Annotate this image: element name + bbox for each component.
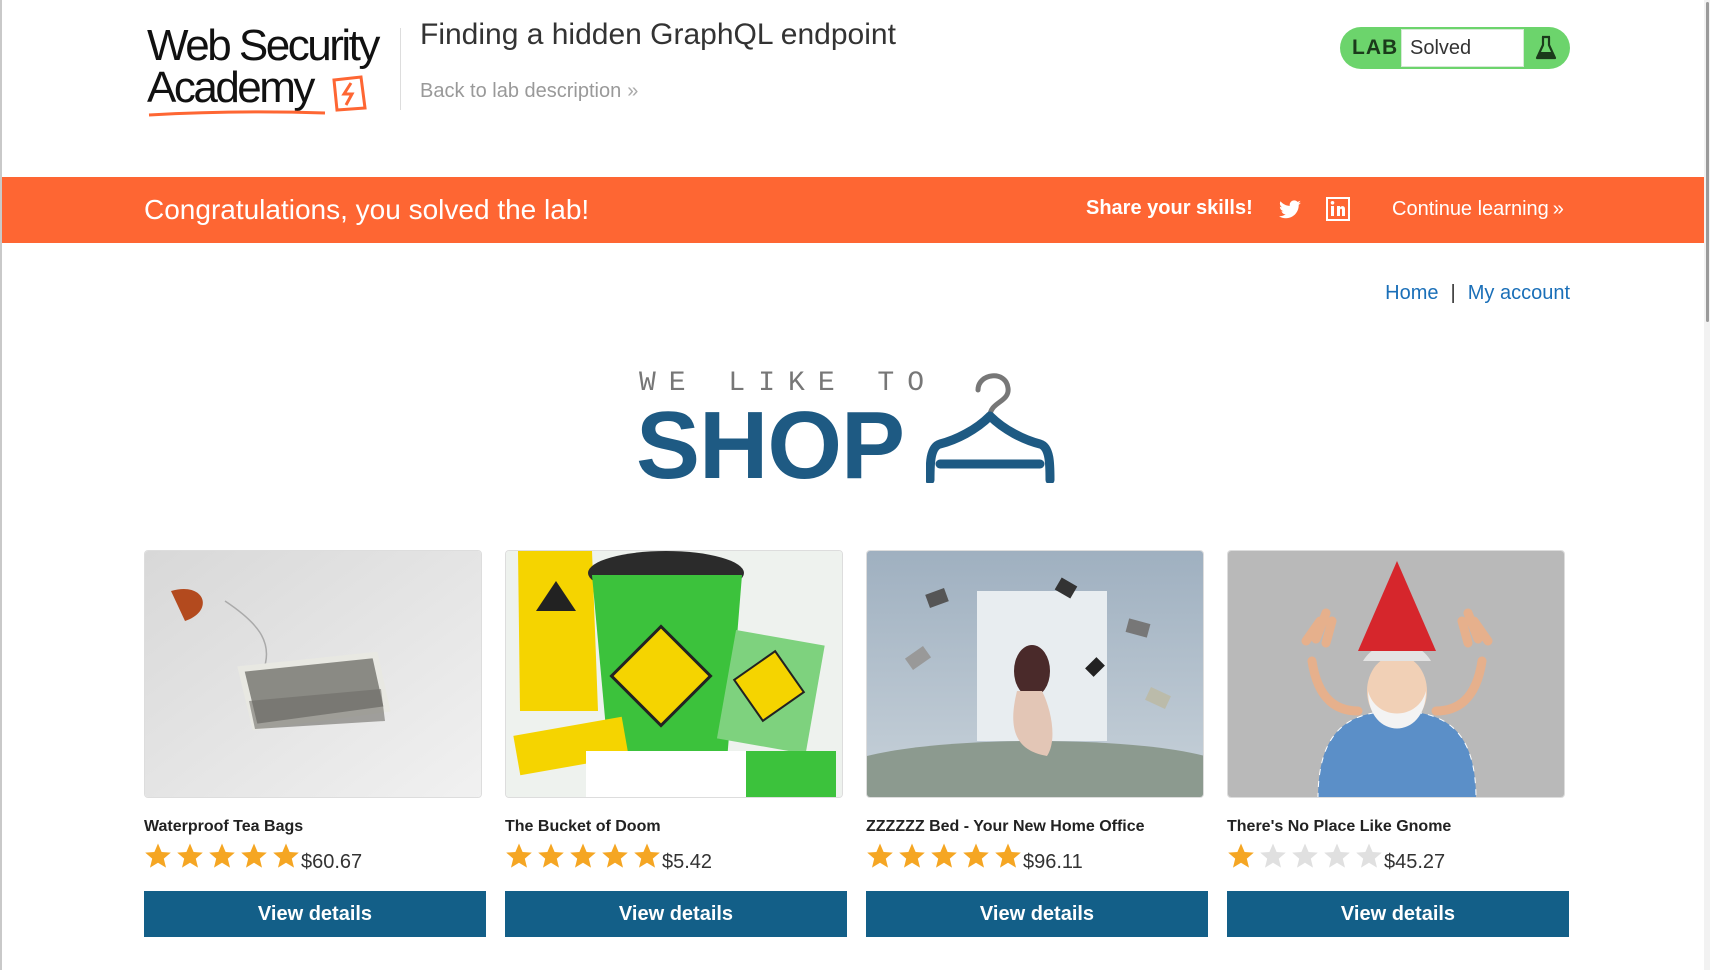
bucket-of-doom-image [506, 551, 842, 797]
product-rating [144, 842, 300, 872]
star-filled-icon [634, 843, 660, 868]
product-name: There's No Place Like Gnome [1227, 818, 1452, 835]
share-skills-label: Share your skills! [1086, 197, 1253, 219]
star-empty-icon [1324, 843, 1350, 868]
product-name: Waterproof Tea Bags [144, 818, 304, 835]
product-price: $60.67 [301, 851, 363, 873]
product-card: There's No Place Like Gnome $45.27 View … [1227, 550, 1569, 950]
solved-banner: Congratulations, you solved the lab! Sha… [2, 177, 1704, 243]
star-empty-icon [1292, 843, 1318, 868]
product-rating [505, 842, 661, 872]
product-grid: Waterproof Tea Bags $60.67 View details … [144, 550, 1569, 950]
logo-line2: Academy [147, 63, 315, 112]
tea-bag-image [145, 551, 481, 797]
product-rating [1227, 842, 1383, 872]
product-card: The Bucket of Doom $5.42 View details [505, 550, 847, 950]
product-image-gnome[interactable] [1227, 550, 1565, 798]
nav-separator: | [1450, 282, 1456, 304]
back-link-label: Back to lab description [420, 80, 622, 102]
logo-underline [148, 110, 326, 117]
linkedin-icon[interactable] [1326, 197, 1350, 221]
product-price: $5.42 [662, 851, 713, 873]
star-empty-icon [1356, 843, 1382, 868]
continue-learning-label: Continue learning [1392, 198, 1549, 220]
double-chevron-right-icon: » [627, 80, 639, 102]
view-details-button[interactable]: View details [866, 891, 1208, 937]
gnome-image [1228, 551, 1564, 797]
product-image-tea-bags[interactable] [144, 550, 482, 798]
star-filled-icon [273, 843, 299, 868]
my-account-link[interactable]: My account [1468, 282, 1570, 304]
product-rating [866, 842, 1022, 872]
star-filled-icon [995, 843, 1021, 868]
top-navigation: Home | My account [1385, 282, 1570, 305]
star-filled-icon [506, 843, 532, 868]
star-filled-icon [241, 843, 267, 868]
product-card: ZZZZZZ Bed - Your New Home Office $96.11… [866, 550, 1208, 950]
product-name: The Bucket of Doom [505, 818, 661, 835]
flask-icon [1535, 35, 1557, 60]
star-filled-icon [538, 843, 564, 868]
star-filled-icon [931, 843, 957, 868]
scrollbar-thumb[interactable] [1706, 2, 1709, 322]
view-details-button[interactable]: View details [505, 891, 847, 937]
star-filled-icon [602, 843, 628, 868]
scrollbar[interactable] [1704, 0, 1710, 970]
star-filled-icon [145, 843, 171, 868]
lab-title: Finding a hidden GraphQL endpoint [420, 18, 896, 51]
logo-bolt-icon [332, 75, 367, 112]
continue-learning-link[interactable]: Continue learning» [1392, 198, 1564, 221]
twitter-icon[interactable] [1277, 198, 1303, 222]
product-card: Waterproof Tea Bags $60.67 View details [144, 550, 486, 950]
star-filled-icon [963, 843, 989, 868]
star-empty-icon [1260, 843, 1286, 868]
product-image-zzzzzz-bed[interactable] [866, 550, 1204, 798]
product-image-bucket-of-doom[interactable] [505, 550, 843, 798]
academy-logo[interactable]: Web Security Academy [147, 24, 397, 119]
home-link[interactable]: Home [1385, 282, 1438, 304]
view-details-button[interactable]: View details [144, 891, 486, 937]
lab-badge-label: LAB [1352, 36, 1399, 59]
star-filled-icon [209, 843, 235, 868]
shop-wordmark: SHOP [636, 392, 905, 499]
bed-image [867, 551, 1203, 797]
star-filled-icon [570, 843, 596, 868]
back-to-lab-description-link[interactable]: Back to lab description» [420, 80, 638, 103]
view-details-button[interactable]: View details [1227, 891, 1569, 937]
star-filled-icon [177, 843, 203, 868]
product-price: $96.11 [1023, 851, 1083, 873]
logo-line1: Web Security [147, 21, 380, 70]
lab-status-text: Solved [1410, 37, 1472, 59]
congratulations-message: Congratulations, you solved the lab! [144, 194, 590, 225]
star-filled-icon [899, 843, 925, 868]
double-chevron-right-icon: » [1552, 198, 1564, 220]
star-filled-icon [1228, 843, 1254, 868]
lab-header: Web Security Academy Finding a hidden Gr… [0, 0, 1704, 176]
product-name: ZZZZZZ Bed - Your New Home Office [866, 818, 1145, 835]
header-divider [400, 28, 401, 110]
hanger-icon [926, 373, 1055, 483]
star-filled-icon [867, 843, 893, 868]
shop-logo: WE LIKE TO SHOP [636, 368, 1076, 494]
lab-status-badge: LAB Solved [1340, 27, 1570, 69]
lab-status-box: Solved [1401, 29, 1524, 67]
product-price: $45.27 [1384, 851, 1446, 873]
